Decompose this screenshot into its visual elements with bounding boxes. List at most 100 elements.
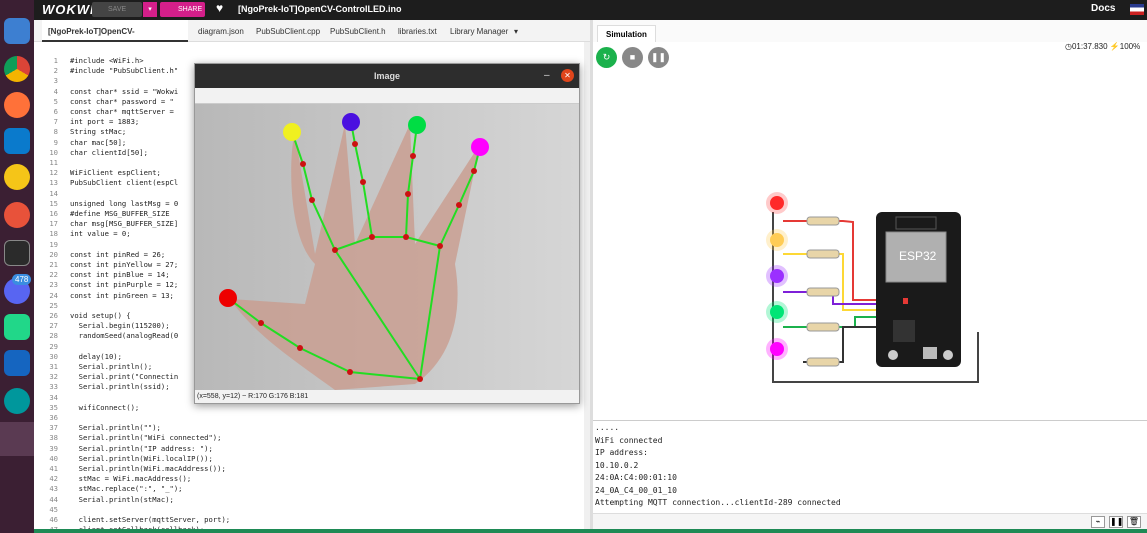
code-line[interactable]: 40 Serial.println(WiFi.localIP()); — [34, 454, 590, 464]
pause-serial-icon[interactable]: ❚❚ — [1109, 516, 1123, 528]
led-yellow[interactable] — [766, 229, 788, 251]
line-number: 46 — [49, 515, 58, 524]
discord-badge: 478 — [12, 274, 32, 285]
line-text: const char* ssid = "Wokwi — [70, 86, 179, 96]
line-number: 17 — [49, 219, 58, 229]
line-number: 28 — [49, 331, 58, 341]
window-title: Image — [195, 64, 579, 88]
line-number: 35 — [49, 402, 58, 412]
code-line[interactable]: 35 wifiConnect(); — [34, 403, 590, 413]
network-icon[interactable] — [4, 350, 30, 376]
line-text: String stMac; — [70, 127, 127, 137]
editor-icon[interactable] — [4, 202, 30, 228]
code-line[interactable]: 37 Serial.println(""); — [34, 423, 590, 433]
line-number: 3 — [53, 76, 58, 86]
firefox-icon[interactable] — [4, 92, 30, 118]
camera-frame[interactable] — [195, 104, 579, 390]
active-app-indicator[interactable] — [0, 422, 34, 456]
resistor-1 — [806, 216, 840, 226]
line-text: Serial.println(WiFi.macAddress()); — [70, 464, 226, 473]
code-line[interactable]: 41 Serial.println(WiFi.macAddress()); — [34, 464, 590, 474]
save-button[interactable]: SAVE — [92, 2, 142, 17]
tab-library-manager[interactable]: Library Manager — [450, 20, 508, 42]
serial-line: 10.10.0.2 — [595, 460, 639, 470]
opencv-image-window[interactable]: Image – ✕ (x=558, y=12) ~ R:170 G:176 B:… — [194, 63, 580, 404]
code-line[interactable]: 38 Serial.println("WiFi connected"); — [34, 433, 590, 443]
wokwi-logo[interactable]: WOKWI — [42, 2, 95, 17]
line-number: 37 — [49, 423, 58, 433]
line-number: 26 — [49, 311, 58, 320]
line-number: 15 — [49, 198, 58, 208]
led-green[interactable] — [766, 301, 788, 323]
vscode-icon[interactable] — [4, 128, 30, 154]
line-number: 14 — [49, 188, 58, 198]
save-dropdown-icon[interactable]: ▾ — [143, 2, 157, 17]
tabs-dropdown-icon[interactable]: ▾ — [514, 20, 518, 42]
terminal-icon[interactable] — [4, 240, 30, 266]
tab-libraries-txt[interactable]: libraries.txt — [398, 20, 437, 42]
clear-serial-icon[interactable]: 🗑 — [1127, 516, 1141, 528]
line-number: 13 — [49, 178, 58, 188]
heart-icon[interactable]: ♥ — [216, 1, 223, 15]
line-number: 38 — [49, 433, 58, 443]
code-line[interactable]: 39 Serial.println("IP address: "); — [34, 444, 590, 454]
line-text: Serial.println("IP address: "); — [70, 443, 213, 453]
code-line[interactable]: 45 — [34, 505, 590, 515]
wokwi-header: WOKWI SAVE ▾ SHARE ♥ [NgoPrek-IoT]OpenCV… — [34, 0, 1147, 20]
docs-link[interactable]: Docs — [1091, 3, 1115, 14]
tab-pubsubclient-h[interactable]: PubSubClient.h — [330, 20, 386, 42]
code-line[interactable]: 42 stMac = WiFi.macAddress(); — [34, 474, 590, 484]
tab-main-ino[interactable]: [NgoPrek-IoT]OpenCV-ControlLED.ino — [42, 20, 188, 60]
line-text: delay(10); — [70, 351, 122, 361]
code-line[interactable]: 46 client.setServer(mqttServer, port); — [34, 515, 590, 525]
line-text: const char* mqttServer = — [70, 107, 174, 116]
code-line[interactable]: 36 — [34, 413, 590, 423]
line-number: 34 — [49, 392, 58, 402]
line-number: 19 — [49, 239, 58, 249]
led-magenta[interactable] — [766, 338, 788, 360]
minimize-icon[interactable]: – — [544, 70, 550, 81]
status-strip — [34, 529, 1147, 533]
code-line[interactable]: 43 stMac.replace(":", "_"); — [34, 484, 590, 494]
pycharm-icon[interactable] — [4, 314, 30, 340]
line-text: wifiConnect(); — [70, 402, 140, 412]
line-text: Serial.print("Connectin — [70, 372, 179, 382]
tab-simulation[interactable]: Simulation — [597, 25, 656, 42]
code-line[interactable]: 44 Serial.println(stMac); — [34, 495, 590, 505]
close-icon[interactable]: ✕ — [561, 69, 574, 82]
line-number: 20 — [49, 249, 58, 259]
simulation-canvas[interactable]: ↻ ■ ❚❚ ◷01:37.830 ⚡100% ESP32 — [593, 42, 1147, 420]
serial-monitor[interactable]: ..... WiFi connected IP address: 10.10.0.2 2… — [593, 420, 1147, 513]
flag-icon[interactable] — [1130, 4, 1144, 15]
line-text: void setup() { — [70, 311, 131, 320]
line-number: 12 — [49, 168, 58, 178]
line-text: int port = 1883; — [70, 117, 140, 127]
line-text: const char* password = " — [70, 96, 174, 106]
share-label: SHARE — [178, 6, 203, 13]
line-number: 8 — [53, 127, 58, 137]
line-number: 22 — [49, 270, 58, 280]
led-purple[interactable] — [766, 265, 788, 287]
project-title[interactable]: [NgoPrek-IoT]OpenCV-ControlLED.ino — [238, 4, 402, 14]
chrome-icon[interactable] — [4, 56, 30, 82]
files-icon[interactable] — [4, 18, 30, 44]
line-number: 27 — [49, 321, 58, 331]
share-button[interactable]: SHARE — [160, 2, 205, 17]
line-number: 43 — [49, 484, 58, 494]
tab-pubsubclient-cpp[interactable]: PubSubClient.cpp — [256, 20, 320, 42]
line-number: 33 — [49, 382, 58, 392]
simulation-tabbar: Simulation — [593, 20, 1147, 42]
line-text: #include "PubSubClient.h" — [70, 66, 179, 76]
serial-line: IP address: — [595, 448, 648, 457]
esp32-board[interactable] — [876, 212, 961, 367]
line-number: 24 — [49, 290, 58, 300]
tab-diagram-json[interactable]: diagram.json — [198, 20, 244, 42]
bluebook-icon[interactable] — [4, 164, 30, 190]
led-red[interactable] — [766, 192, 788, 214]
pinky-tip-dot — [471, 138, 489, 156]
chart-icon[interactable]: ⌁ — [1091, 516, 1105, 528]
serial-line: WiFi connected — [595, 435, 663, 445]
line-number: 31 — [49, 362, 58, 371]
arduino-icon[interactable] — [4, 388, 30, 414]
line-text: Serial.println(""); — [70, 423, 161, 433]
